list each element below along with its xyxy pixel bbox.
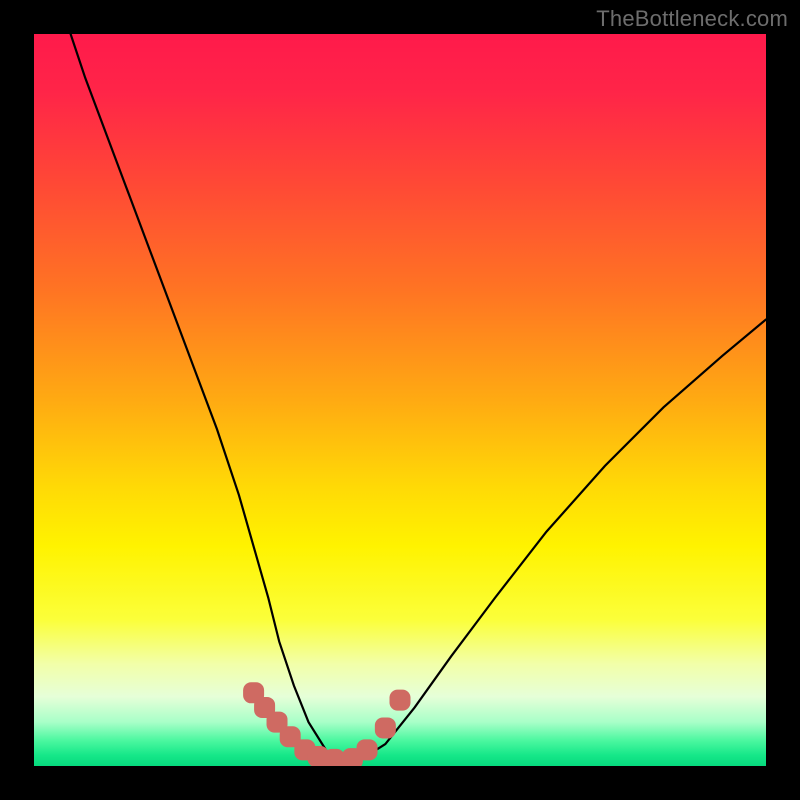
plot-area — [34, 34, 766, 766]
marker-point — [375, 717, 396, 738]
marker-point — [324, 749, 345, 766]
watermark-text: TheBottleneck.com — [596, 6, 788, 32]
gradient-background — [34, 34, 766, 766]
chart-svg — [34, 34, 766, 766]
marker-point — [390, 690, 411, 711]
marker-point — [357, 739, 378, 760]
chart-frame: TheBottleneck.com — [0, 0, 800, 800]
